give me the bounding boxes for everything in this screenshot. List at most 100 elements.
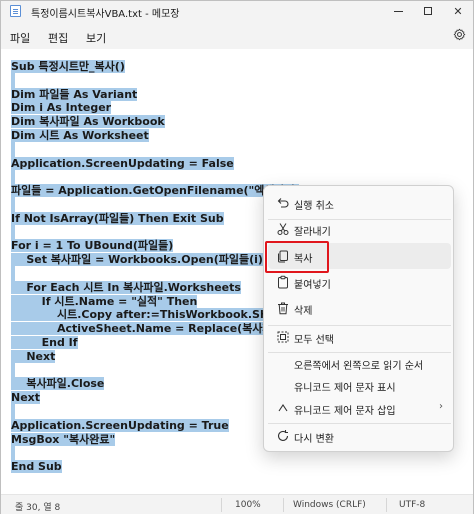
editor-line: ActiveSheet.Name = Replace(복사파일.N — [11, 321, 297, 336]
editor-line — [11, 404, 15, 419]
editor-line: MsgBox "복사완료" — [11, 432, 116, 447]
editor-line: Dim i As Integer — [11, 100, 112, 115]
context-cut[interactable]: 잘라내기 — [268, 216, 451, 242]
undo-icon — [277, 198, 289, 208]
context-delete-label: 삭제 — [294, 306, 313, 317]
editor-line-text: Sub 특정시트만_복사() — [11, 60, 125, 73]
context-show-unicode-label: 유니코드 제어 문자 표시 — [294, 383, 396, 394]
context-cut-label: 잘라내기 — [294, 227, 331, 238]
status-bar: 줄 30, 열 8 100% Windows (CRLF) UTF-8 — [1, 494, 473, 514]
encoding: UTF-8 — [399, 500, 426, 510]
editor-line-text: End If — [11, 336, 78, 349]
caret-up-icon — [278, 404, 288, 412]
selection-highlight — [11, 72, 15, 88]
context-select-all-label: 모두 선택 — [294, 335, 334, 346]
editor-line-text: Application.ScreenUpdating = False — [11, 156, 234, 170]
selection-highlight — [11, 404, 15, 419]
editor-line-text: For Each 시트 In 복사파일.Worksheets — [11, 280, 241, 294]
selection-highlight — [11, 197, 15, 212]
cursor-position: 줄 30, 열 8 — [15, 503, 61, 513]
trash-icon — [278, 302, 288, 315]
minimize-icon — [393, 10, 403, 12]
scissors-icon — [277, 223, 289, 235]
context-reconvert[interactable]: 다시 변환 — [268, 423, 451, 449]
status-divider — [221, 498, 222, 512]
selection-highlight — [11, 362, 15, 378]
copy-highlight-annotation — [265, 241, 329, 273]
editor-line: Application.ScreenUpdating = False — [11, 156, 234, 171]
editor-line: Application.ScreenUpdating = True — [11, 418, 229, 433]
context-undo-label: 실행 취소 — [294, 201, 334, 212]
editor-line: Next — [11, 349, 56, 364]
menu-edit[interactable]: 편집 — [48, 30, 68, 46]
menu-view[interactable]: 보기 — [86, 30, 106, 46]
menu-bar: 파일 편집 보기 — [1, 21, 473, 49]
editor-line-text: If 시트.Name = "실적" Then — [11, 294, 198, 308]
zoom-level: 100% — [235, 500, 261, 510]
editor-line: Dim 복사파일 As Workbook — [11, 114, 165, 129]
editor-line-text: If Not IsArray(파일들) Then Exit Sub — [11, 211, 224, 225]
editor-line — [11, 266, 15, 281]
status-divider — [386, 498, 387, 512]
gear-icon[interactable] — [453, 28, 466, 41]
context-reconvert-label: 다시 변환 — [294, 434, 334, 445]
editor-line-text: Dim 복사파일 As Workbook — [11, 115, 165, 129]
editor-line-text: Next — [11, 349, 56, 363]
editor-line — [11, 445, 15, 461]
context-select-all[interactable]: 모두 선택 — [268, 324, 451, 350]
maximize-button[interactable] — [413, 1, 443, 21]
editor-line-text: MsgBox "복사완료" — [11, 432, 116, 446]
editor-line: For i = 1 To UBound(파일들) — [11, 238, 174, 253]
context-menu: 실행 취소 잘라내기 복사 붙여넣기 삭제 모두 선택 오른쪽에서 왼쪽으로 읽… — [263, 185, 454, 452]
editor-line-text: ActiveSheet.Name = Replace(복사파일.N — [11, 322, 297, 336]
maximize-icon — [424, 7, 432, 15]
editor-line — [11, 141, 15, 157]
editor-line-text: Next — [11, 391, 41, 405]
notepad-app-icon — [10, 5, 21, 17]
selection-highlight — [11, 266, 15, 281]
editor-line-text: Dim 시트 As Worksheet — [11, 129, 149, 142]
editor-line: End Sub — [11, 459, 62, 474]
close-button[interactable]: ✕ — [443, 1, 473, 21]
selection-highlight — [11, 169, 15, 185]
editor-line-text: Set 복사파일 = Workbooks.Open(파일들(i), Rea — [11, 253, 295, 267]
selection-highlight — [11, 141, 15, 157]
selection-highlight — [11, 224, 15, 240]
editor-line-text: Dim 파일들 As Variant — [11, 87, 138, 101]
clipboard-icon — [278, 275, 288, 289]
menu-file[interactable]: 파일 — [10, 30, 30, 46]
editor-line-text: End Sub — [11, 460, 62, 474]
reconvert-icon — [277, 430, 289, 441]
editor-line: End If — [11, 335, 78, 350]
editor-line-text: Application.ScreenUpdating = True — [11, 418, 229, 432]
chevron-right-icon: › — [439, 401, 443, 412]
editor-line: If Not IsArray(파일들) Then Exit Sub — [11, 211, 224, 226]
editor-line-text: 파일들 = Application.GetOpenFilename("엑셀파일, — [11, 184, 299, 198]
editor-line: Sub 특정시트만_복사() — [11, 59, 125, 74]
context-rtl-label: 오른쪽에서 왼쪽으로 읽기 순서 — [294, 361, 424, 372]
editor-line: Dim 파일들 As Variant — [11, 87, 138, 102]
context-paste-label: 붙여넣기 — [294, 280, 331, 291]
editor-line-text: Dim i As Integer — [11, 101, 112, 115]
context-insert-unicode[interactable]: 유니코드 제어 문자 삽입 › — [268, 395, 451, 421]
context-undo[interactable]: 실행 취소 — [268, 190, 451, 216]
status-divider — [283, 498, 284, 512]
title-bar[interactable]: 특정이름시트복사VBA.txt - 메모장 ✕ — [1, 1, 473, 21]
select-all-icon — [277, 331, 289, 343]
close-icon: ✕ — [453, 4, 463, 18]
editor-line — [11, 197, 15, 212]
editor-line-text: 복사파일.Close — [11, 377, 105, 391]
window-title: 특정이름시트복사VBA.txt - 메모장 — [31, 9, 180, 20]
editor-line — [11, 72, 15, 88]
editor-line — [11, 169, 15, 185]
editor-line — [11, 362, 15, 378]
minimize-button[interactable] — [383, 1, 413, 21]
editor-line: 복사파일.Close — [11, 376, 105, 391]
selection-highlight — [11, 445, 15, 461]
editor-line: Set 복사파일 = Workbooks.Open(파일들(i), Rea — [11, 252, 295, 267]
line-ending: Windows (CRLF) — [293, 500, 366, 510]
notepad-window: 특정이름시트복사VBA.txt - 메모장 ✕ 파일 편집 보기 Sub 특정시… — [0, 0, 474, 514]
context-delete[interactable]: 삭제 — [268, 295, 451, 321]
editor-line: If 시트.Name = "실적" Then — [11, 294, 198, 309]
context-insert-unicode-label: 유니코드 제어 문자 삽입 — [294, 406, 396, 417]
